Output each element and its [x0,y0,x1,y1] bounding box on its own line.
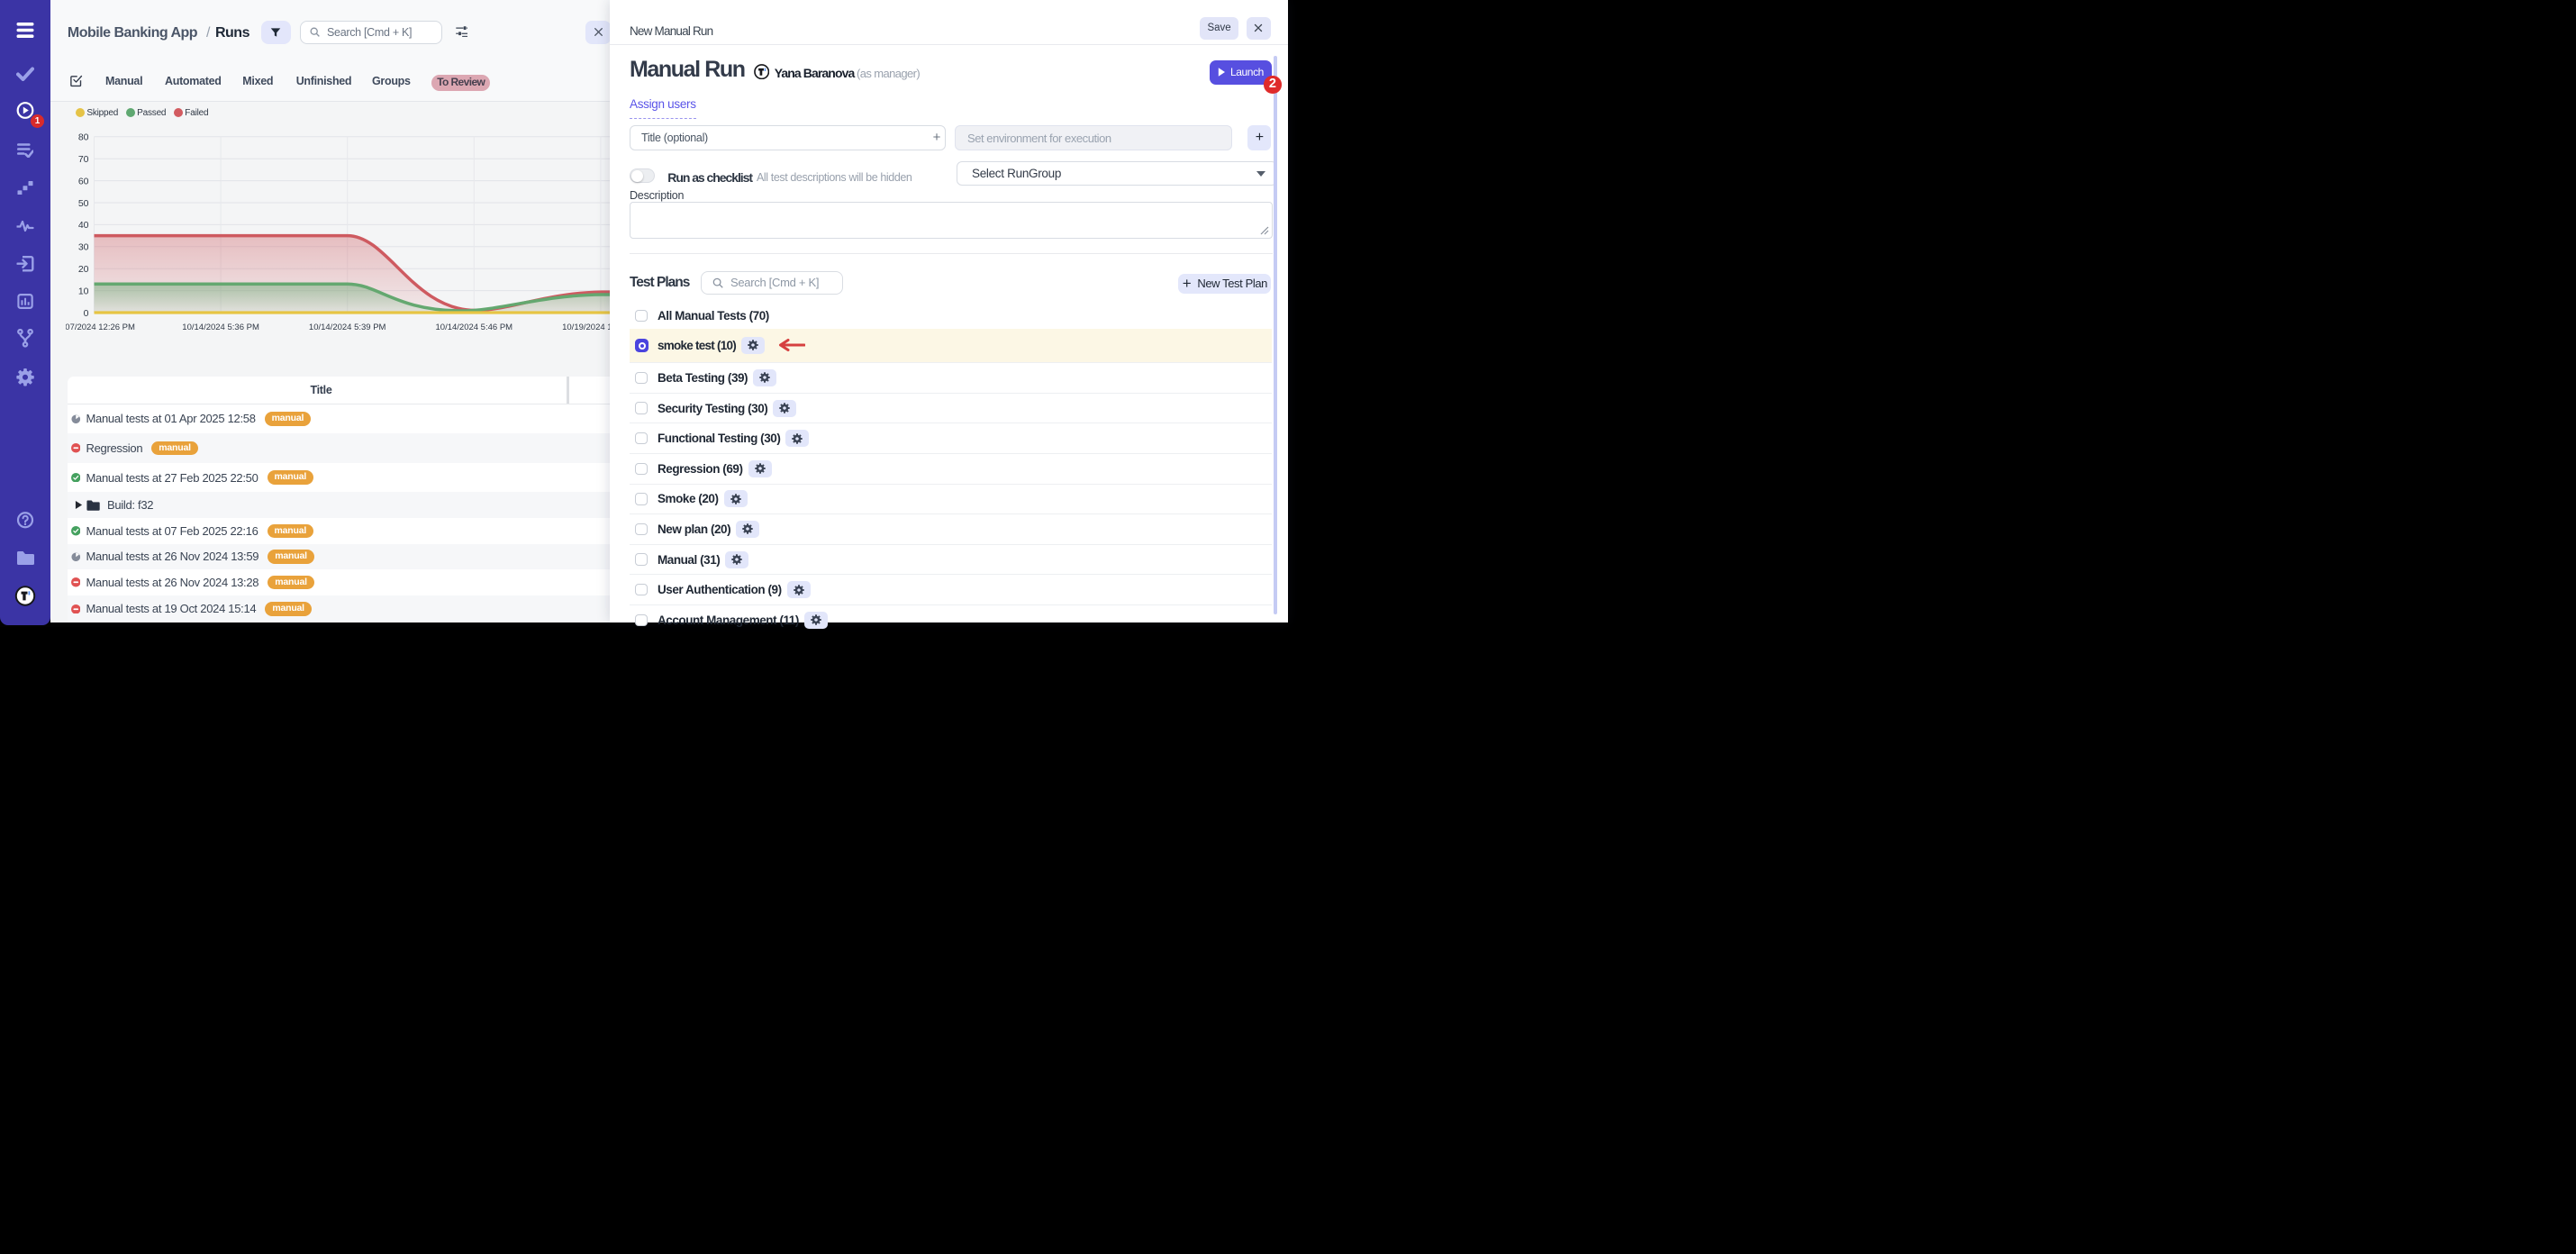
svg-text:30: 30 [77,242,88,253]
svg-text:70: 70 [77,154,88,165]
svg-text:10/07/2024 12:26 PM: 10/07/2024 12:26 PM [66,323,135,332]
svg-text:10/14/2024 5:39 PM: 10/14/2024 5:39 PM [308,323,385,332]
svg-text:10/14/2024 5:46 PM: 10/14/2024 5:46 PM [435,323,512,332]
svg-text:80: 80 [77,132,88,143]
svg-text:40: 40 [77,220,88,231]
svg-text:20: 20 [77,264,88,275]
svg-text:0: 0 [83,308,88,319]
svg-text:60: 60 [77,176,88,186]
svg-text:10/14/2024 5:36 PM: 10/14/2024 5:36 PM [182,323,259,332]
svg-text:10: 10 [77,286,88,296]
svg-text:50: 50 [77,198,88,209]
